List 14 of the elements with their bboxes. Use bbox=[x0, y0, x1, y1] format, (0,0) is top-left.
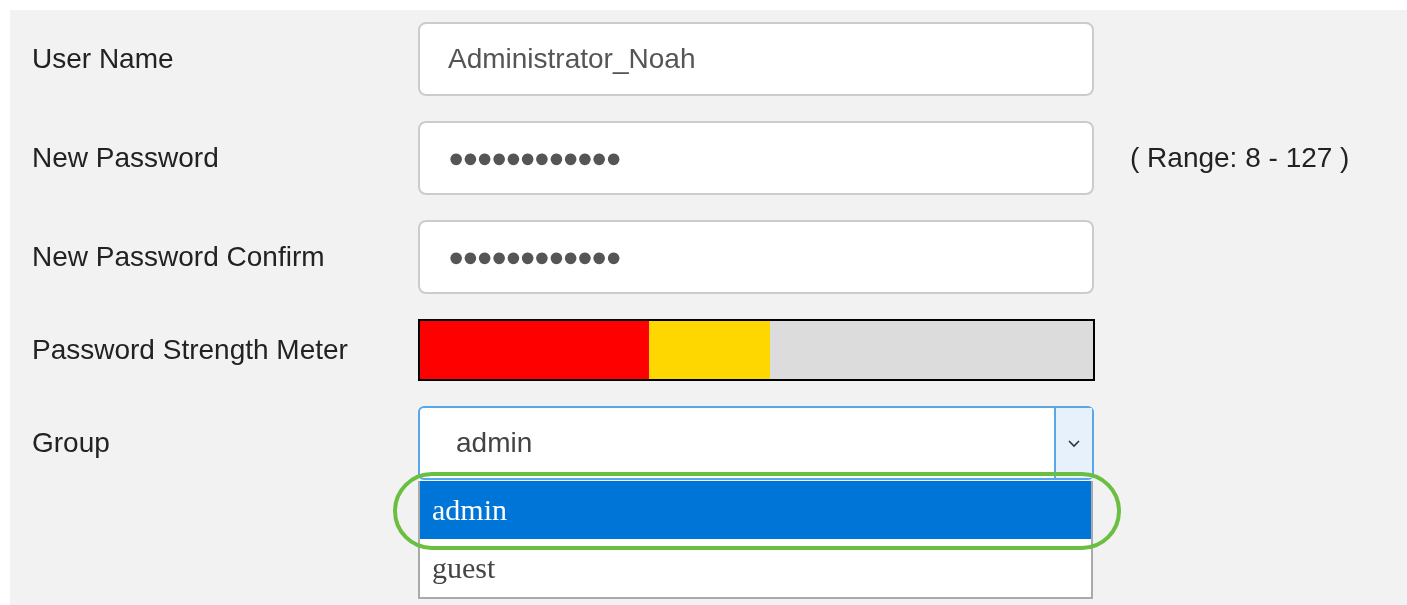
field-label: New Password Confirm bbox=[32, 241, 326, 273]
dropdown-option[interactable]: admin bbox=[420, 481, 1091, 539]
field-label: User Name bbox=[32, 43, 175, 75]
meter-label: Password Strength Meter bbox=[32, 334, 349, 366]
chevron-down-icon bbox=[1067, 438, 1081, 448]
dropdown-button[interactable] bbox=[1054, 408, 1092, 478]
field-label: Group bbox=[32, 427, 111, 459]
dropdown-option[interactable]: guest bbox=[420, 539, 1091, 597]
input-field[interactable]: Administrator_Noah bbox=[418, 22, 1094, 96]
group-select[interactable]: admin bbox=[418, 406, 1094, 480]
range-hint: ( Range: 8 - 127 ) bbox=[1129, 142, 1351, 174]
field-label: New Password bbox=[32, 142, 220, 174]
input-field[interactable]: ●●●●●●●●●●●● bbox=[418, 121, 1094, 195]
input-field[interactable]: ●●●●●●●●●●●● bbox=[418, 220, 1094, 294]
